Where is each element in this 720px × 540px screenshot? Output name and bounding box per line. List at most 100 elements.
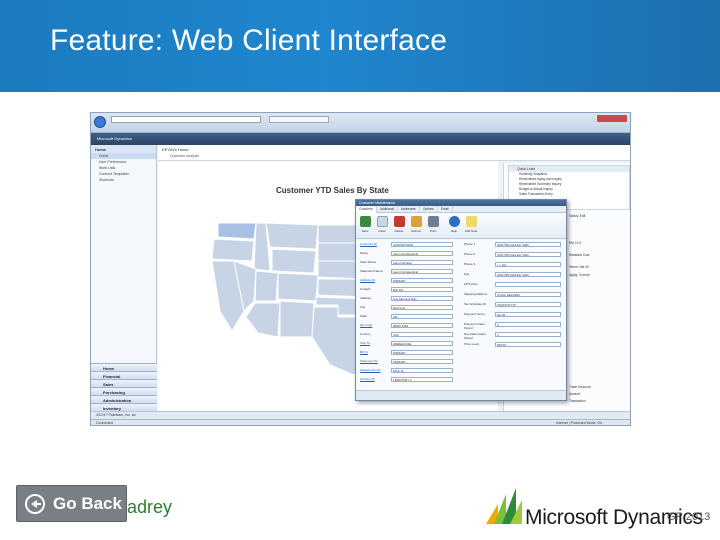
field-label: Fax [464, 272, 470, 276]
field-label[interactable]: Bill To [360, 350, 390, 354]
field-input[interactable]: (425) 555-0124 Ext. 0000 [495, 252, 561, 257]
nav-button-sales[interactable]: Sales [91, 379, 157, 387]
map-state-sd[interactable] [317, 242, 359, 262]
field-input[interactable]: 0 [495, 332, 561, 337]
map-state-az[interactable] [245, 302, 281, 338]
field-label: Country [360, 332, 371, 336]
form-row: Shipping Method LOCAL DELIVERY [464, 292, 564, 297]
form-row: Salesperson ID PAUL W. [360, 368, 460, 373]
form-row: Contact Bob Fitz [360, 287, 460, 292]
nav-button-administration[interactable]: Administration [91, 395, 157, 403]
field-input[interactable]: ( ) - Ext. [495, 262, 561, 267]
nav-button-purchasing[interactable]: Purchasing [91, 387, 157, 395]
home-header: KEVIN's Home Customer Analysis [158, 145, 630, 161]
go-back-button[interactable]: Go Back [16, 485, 127, 522]
gp-logo: Microsoft Dynamics [97, 136, 132, 141]
field-label[interactable]: Address ID [360, 278, 390, 282]
browser-tab[interactable] [269, 116, 329, 123]
address-bar[interactable] [111, 116, 261, 123]
field-input[interactable]: PRIMARY [391, 350, 453, 355]
tab-addresses[interactable]: Addresses [398, 206, 420, 213]
tab-additional[interactable]: Additional [377, 206, 398, 213]
field-input[interactable]: One Microsoft Way [391, 296, 453, 301]
slide: Feature: Web Client Interface Microsoft … [0, 0, 720, 540]
map-state-wy[interactable] [271, 248, 317, 274]
browser-status-bar: Connected Internet | Protected Mode: On [91, 419, 630, 425]
field-label: Phone 1 [464, 242, 476, 246]
field-input[interactable]: 98052-6399 [391, 323, 453, 328]
field-input[interactable]: Aaron Fitz Elec [391, 260, 453, 265]
field-input[interactable]: USASTCITY-6* [495, 302, 561, 307]
field-input[interactable]: (425) 555-0125 Ext. 0000 [495, 272, 561, 277]
field-input[interactable]: Redmond [391, 305, 453, 310]
field-input[interactable]: TERRITORY 2 [391, 377, 453, 382]
tab-email[interactable]: Email [438, 206, 453, 213]
field-label[interactable]: Customer ID [360, 242, 390, 246]
form-row: Address One Microsoft Way [360, 296, 460, 301]
actions-icon[interactable] [411, 216, 422, 227]
field-label[interactable]: Ship To [360, 341, 390, 345]
window-tabs: Customer Additional Addresses Options Email [356, 206, 566, 213]
field-input[interactable]: AARONFIT0001 [391, 242, 453, 247]
print-icon[interactable] [428, 216, 439, 227]
actions-button-label: Actions [411, 229, 421, 233]
clear-icon[interactable] [377, 216, 388, 227]
help-icon[interactable] [449, 216, 460, 227]
form-row: Tax Schedule ID USASTCITY-6* [464, 302, 564, 307]
field-input[interactable]: PAUL W. [391, 368, 453, 373]
field-label: Payment Terms [464, 312, 485, 316]
field-input[interactable]: 0 [495, 322, 561, 327]
map-state-mt[interactable] [265, 222, 319, 250]
save-button-label: Save [361, 229, 369, 233]
map-state-wa[interactable] [217, 222, 257, 240]
delete-icon[interactable] [394, 216, 405, 227]
nav-button-home[interactable]: Home [91, 363, 157, 371]
nav-button-financial[interactable]: Financial [91, 371, 157, 379]
field-input[interactable] [495, 282, 561, 287]
quick-link[interactable]: Sales Transaction Entry [509, 192, 629, 197]
form-row: Country USA [360, 332, 460, 337]
field-input[interactable]: USA [391, 332, 453, 337]
nav-item-shortcuts[interactable]: Shortcuts [91, 177, 156, 183]
form-row: Short Name Aaron Fitz Elec [360, 260, 460, 265]
nav-buttons: Home Financial Sales Purchasing Administ… [91, 363, 157, 411]
map-state-co[interactable] [277, 272, 319, 302]
map-state-or[interactable] [211, 238, 255, 262]
field-input[interactable]: Bob Fitz [391, 287, 453, 292]
field-input[interactable]: LOCAL DELIVERY [495, 292, 561, 297]
field-input[interactable]: PRIMARY [391, 278, 453, 283]
field-input[interactable]: RETAIL [495, 342, 561, 347]
field-input[interactable]: Net 30 [495, 312, 561, 317]
field-label: Statement Name [360, 269, 383, 273]
field-label[interactable]: Zip Code [360, 323, 390, 327]
gp-status-bar: 4/12/17 Fabrikam, Inc. sa [91, 411, 630, 419]
field-label[interactable]: Territory ID [360, 377, 390, 381]
field-input[interactable]: Aaron Fitz Electrical [391, 269, 453, 274]
field-input[interactable]: WAREHOUSE [391, 341, 453, 346]
field-input[interactable]: (425) 555-0123 Ext. 0000 [495, 242, 561, 247]
save-icon[interactable] [360, 216, 371, 227]
back-icon[interactable] [94, 116, 106, 128]
form-row: UPS Zone [464, 282, 564, 287]
browser-status-text: Connected [96, 421, 113, 425]
field-label: Price Level [464, 342, 479, 346]
field-input[interactable]: WA [391, 314, 453, 319]
map-state-ut[interactable] [254, 270, 279, 302]
map-state-nd[interactable] [317, 224, 359, 244]
field-label[interactable]: Statement To [360, 359, 390, 363]
field-input[interactable]: PRIMARY [391, 359, 453, 364]
close-icon[interactable] [597, 115, 627, 122]
field-label: Discount Grace Period [464, 322, 485, 330]
tab-options[interactable]: Options [420, 206, 438, 213]
map-state-nm[interactable] [279, 300, 315, 338]
form-row: Statement To PRIMARY [360, 359, 460, 364]
go-back-label: Go Back [53, 494, 122, 513]
nav-pane-title: Home [91, 145, 156, 153]
side-text: Trade Discount [569, 385, 591, 389]
tab-customer[interactable]: Customer [356, 206, 377, 213]
nav-button-inventory[interactable]: Inventory [91, 403, 157, 411]
field-label[interactable]: Salesperson ID [360, 368, 390, 372]
field-input[interactable]: Aaron Fitz Electrical [391, 251, 453, 256]
form-row: Fax (425) 555-0125 Ext. 0000 [464, 272, 564, 277]
note-icon[interactable] [466, 216, 477, 227]
